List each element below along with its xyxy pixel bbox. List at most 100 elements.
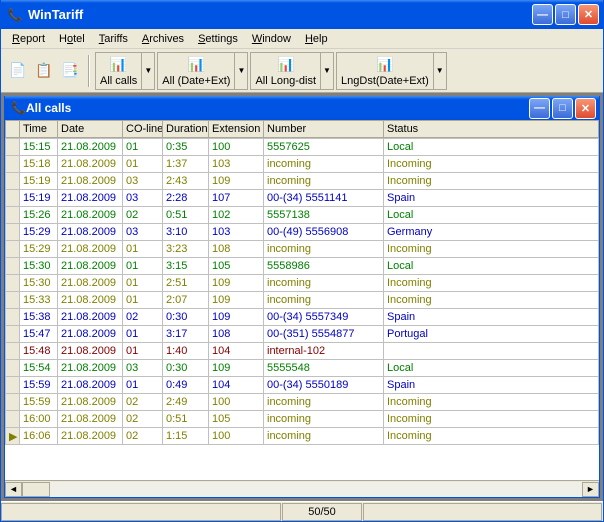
menu-help[interactable]: Help xyxy=(298,31,335,47)
cell[interactable]: 21.08.2009 xyxy=(58,343,123,360)
cell[interactable]: 15:59 xyxy=(20,377,58,394)
column-header[interactable]: Duration xyxy=(163,121,209,138)
toolbar-all-date-ext-button[interactable]: 📊 All (Date+Ext) xyxy=(157,52,235,90)
cell[interactable]: 02 xyxy=(123,428,163,445)
cell[interactable]: 15:30 xyxy=(20,258,58,275)
cell[interactable]: 2:07 xyxy=(163,292,209,309)
cell[interactable]: 15:54 xyxy=(20,360,58,377)
cell[interactable]: 01 xyxy=(123,275,163,292)
cell[interactable]: 5555548 xyxy=(264,360,384,377)
column-header[interactable]: Time xyxy=(20,121,58,138)
cell[interactable]: 15:18 xyxy=(20,156,58,173)
cell[interactable]: 15:48 xyxy=(20,343,58,360)
cell[interactable]: 21.08.2009 xyxy=(58,428,123,445)
toolbar-btn-1[interactable]: 📄 xyxy=(5,53,31,89)
cell[interactable]: 2:49 xyxy=(163,394,209,411)
toolbar-btn-2[interactable]: 📋 xyxy=(31,53,57,89)
main-titlebar[interactable]: 📞 WinTariff — □ ✕ xyxy=(1,0,603,29)
cell[interactable]: incoming xyxy=(264,292,384,309)
close-button[interactable]: ✕ xyxy=(578,4,599,25)
cell[interactable]: 21.08.2009 xyxy=(58,190,123,207)
cell[interactable]: 0:35 xyxy=(163,139,209,156)
cell[interactable]: 5558986 xyxy=(264,258,384,275)
cell[interactable]: 21.08.2009 xyxy=(58,326,123,343)
maximize-button[interactable]: □ xyxy=(555,4,576,25)
cell[interactable]: 109 xyxy=(209,292,264,309)
cell[interactable]: Incoming xyxy=(384,275,599,292)
cell[interactable]: Incoming xyxy=(384,394,599,411)
scroll-right-button[interactable]: ► xyxy=(582,482,599,497)
cell[interactable]: 3:10 xyxy=(163,224,209,241)
cell[interactable]: Incoming xyxy=(384,156,599,173)
cell[interactable]: 00-(351) 5554877 xyxy=(264,326,384,343)
cell[interactable]: 5557625 xyxy=(264,139,384,156)
table-row[interactable]: ▶16:0621.08.2009021:15100incomingIncomin… xyxy=(6,428,599,445)
cell[interactable]: 21.08.2009 xyxy=(58,241,123,258)
table-row[interactable]: 15:1921.08.2009032:43109incomingIncoming xyxy=(6,173,599,190)
cell[interactable]: 21.08.2009 xyxy=(58,224,123,241)
cell[interactable]: Incoming xyxy=(384,428,599,445)
menu-report[interactable]: Report xyxy=(5,31,52,47)
cell[interactable]: 15:30 xyxy=(20,275,58,292)
cell[interactable]: Incoming xyxy=(384,292,599,309)
cell[interactable]: 21.08.2009 xyxy=(58,258,123,275)
toolbar-all-long-dist-dropdown[interactable]: ▼ xyxy=(321,52,334,90)
horizontal-scrollbar[interactable]: ◄ ► xyxy=(5,480,599,497)
minimize-button[interactable]: — xyxy=(532,4,553,25)
cell[interactable]: Incoming xyxy=(384,173,599,190)
cell[interactable]: 02 xyxy=(123,411,163,428)
cell[interactable]: 100 xyxy=(209,428,264,445)
cell[interactable]: 15:15 xyxy=(20,139,58,156)
child-minimize-button[interactable]: — xyxy=(529,98,550,119)
cell[interactable]: Local xyxy=(384,360,599,377)
scroll-thumb[interactable] xyxy=(22,482,50,497)
cell[interactable]: 107 xyxy=(209,190,264,207)
cell[interactable]: 21.08.2009 xyxy=(58,411,123,428)
cell[interactable]: incoming xyxy=(264,275,384,292)
cell[interactable]: 109 xyxy=(209,275,264,292)
cell[interactable]: 01 xyxy=(123,258,163,275)
table-row[interactable]: 15:2921.08.2009033:1010300-(49) 5556908G… xyxy=(6,224,599,241)
table-row[interactable]: 15:3021.08.2009013:151055558986Local xyxy=(6,258,599,275)
toolbar-all-calls-dropdown[interactable]: ▼ xyxy=(142,52,155,90)
cell[interactable]: internal-102 xyxy=(264,343,384,360)
table-row[interactable]: 15:1521.08.2009010:351005557625Local xyxy=(6,139,599,156)
cell[interactable]: 21.08.2009 xyxy=(58,173,123,190)
cell[interactable] xyxy=(384,343,599,360)
cell[interactable]: 102 xyxy=(209,207,264,224)
cell[interactable]: 108 xyxy=(209,326,264,343)
cell[interactable]: 108 xyxy=(209,241,264,258)
table-row[interactable]: 15:3821.08.2009020:3010900-(34) 5557349S… xyxy=(6,309,599,326)
cell[interactable]: 2:28 xyxy=(163,190,209,207)
cell[interactable]: 03 xyxy=(123,224,163,241)
table-row[interactable]: 15:2921.08.2009013:23108incomingIncoming xyxy=(6,241,599,258)
cell[interactable]: 21.08.2009 xyxy=(58,156,123,173)
cell[interactable]: 104 xyxy=(209,343,264,360)
table-row[interactable]: 15:1921.08.2009032:2810700-(34) 5551141S… xyxy=(6,190,599,207)
cell[interactable]: 02 xyxy=(123,309,163,326)
cell[interactable]: 01 xyxy=(123,343,163,360)
cell[interactable]: 105 xyxy=(209,411,264,428)
cell[interactable]: Local xyxy=(384,139,599,156)
cell[interactable]: 3:15 xyxy=(163,258,209,275)
cell[interactable]: 21.08.2009 xyxy=(58,377,123,394)
menu-window[interactable]: Window xyxy=(245,31,298,47)
column-header[interactable]: CO-line xyxy=(123,121,163,138)
cell[interactable]: 01 xyxy=(123,139,163,156)
cell[interactable]: incoming xyxy=(264,156,384,173)
cell[interactable]: incoming xyxy=(264,241,384,258)
toolbar-all-long-dist-button[interactable]: 📊 All Long-dist xyxy=(250,52,321,90)
cell[interactable]: incoming xyxy=(264,411,384,428)
cell[interactable]: 01 xyxy=(123,292,163,309)
cell[interactable]: 21.08.2009 xyxy=(58,207,123,224)
cell[interactable]: 16:00 xyxy=(20,411,58,428)
toolbar-btn-3[interactable]: 📑 xyxy=(57,53,83,89)
cell[interactable]: 03 xyxy=(123,173,163,190)
cell[interactable]: 16:06 xyxy=(20,428,58,445)
cell[interactable]: 01 xyxy=(123,326,163,343)
cell[interactable]: 109 xyxy=(209,360,264,377)
cell[interactable]: Portugal xyxy=(384,326,599,343)
cell[interactable]: 0:51 xyxy=(163,411,209,428)
cell[interactable]: 15:33 xyxy=(20,292,58,309)
cell[interactable]: 1:40 xyxy=(163,343,209,360)
